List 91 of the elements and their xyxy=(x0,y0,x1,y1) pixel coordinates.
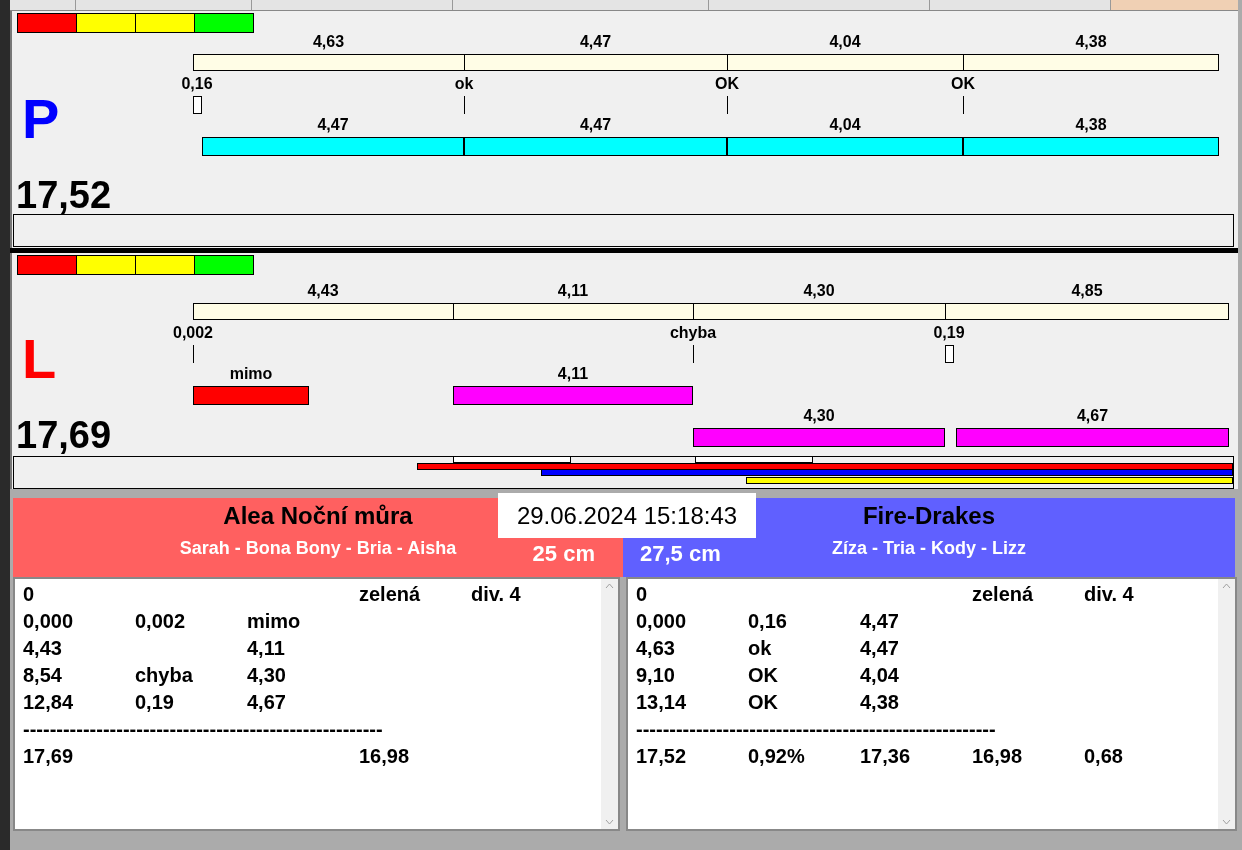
checkpoint-label: OK xyxy=(715,74,739,94)
checkpoint-label: 0,19 xyxy=(933,323,965,343)
tick-mark xyxy=(693,345,694,363)
checkpoint-label: 0,002 xyxy=(173,323,213,343)
result-cell-text: 4,43 xyxy=(23,637,63,660)
total-time: 17,52 xyxy=(16,173,112,217)
result-cell-text: 4,04 xyxy=(860,664,900,687)
result-cell-text: 4,38 xyxy=(860,691,900,714)
result-cell-text: 16,98 xyxy=(359,745,411,768)
dog-names: Sarah - Bona Bony - Bria - Aisha xyxy=(179,538,457,559)
tab[interactable] xyxy=(76,0,252,10)
segment-time: 4,85 xyxy=(1071,281,1103,301)
segment-time: 4,43 xyxy=(307,281,339,301)
segment-time: 4,30 xyxy=(803,281,835,301)
marker-box xyxy=(193,96,202,114)
tab[interactable] xyxy=(930,0,1111,10)
result-cell-text: 4,30 xyxy=(247,664,287,687)
segment-time: 4,38 xyxy=(1075,32,1107,52)
run-time: 4,47 xyxy=(579,115,612,135)
separator-line: ------------------------------------------------------ xyxy=(23,718,383,741)
run-time: 4,67 xyxy=(1076,406,1109,426)
segment-time: 4,04 xyxy=(829,32,861,52)
result-cell-text: 4,47 xyxy=(860,637,900,660)
scrollbar[interactable] xyxy=(1218,579,1235,829)
result-cell-text: 17,36 xyxy=(860,745,912,768)
result-cell-text: mimo xyxy=(247,610,302,633)
result-cell-text: 0,000 xyxy=(636,610,688,633)
lane-letter: P xyxy=(22,89,60,149)
scroll-up-icon[interactable] xyxy=(605,583,614,589)
result-cell-text: 4,47 xyxy=(860,610,900,633)
result-cell-text: 0,16 xyxy=(748,610,788,633)
result-cell-text: 0,19 xyxy=(135,691,175,714)
tick-mark xyxy=(727,96,728,114)
date-time: 29.06.2024 15:18:43 xyxy=(498,493,756,538)
result-cell-text: 17,52 xyxy=(636,745,688,768)
jump-height: 27,5 cm xyxy=(640,541,721,567)
checkpoint-label: 0,16 xyxy=(181,74,213,94)
segment-time: 4,11 xyxy=(557,281,589,301)
result-cell-text: 0,68 xyxy=(1084,745,1124,768)
run-time: 4,11 xyxy=(557,364,589,384)
run-time: mimo xyxy=(229,364,273,384)
result-cell-text: 0,000 xyxy=(23,610,75,633)
result-cell-text: OK xyxy=(748,664,779,687)
lane-letter: L xyxy=(22,329,57,389)
result-cell-text: 0,002 xyxy=(135,610,187,633)
result-cell-text: 17,69 xyxy=(23,745,75,768)
dog-names: Zíza - Tria - Kody - Lizz xyxy=(832,538,1026,559)
result-cell-text: 0 xyxy=(636,583,649,606)
result-cell-text: 12,84 xyxy=(23,691,75,714)
result-cell-text: 4,67 xyxy=(247,691,287,714)
result-cell-text: 8,54 xyxy=(23,664,63,687)
tick-mark xyxy=(464,96,465,114)
tab[interactable] xyxy=(453,0,709,10)
result-cell-text: ok xyxy=(748,637,773,660)
result-cell-text: zelená xyxy=(972,583,1035,606)
result-cell-text: div. 4 xyxy=(1084,583,1135,606)
scroll-down-icon[interactable] xyxy=(1222,819,1231,825)
tick-mark xyxy=(963,96,964,114)
checkpoint-label: OK xyxy=(951,74,975,94)
result-cell-text: 9,10 xyxy=(636,664,676,687)
scrollbar[interactable] xyxy=(601,579,618,829)
run-time: 4,30 xyxy=(803,406,835,426)
result-cell-text: 0 xyxy=(23,583,36,606)
checkpoint-label: chyba xyxy=(669,323,717,343)
result-cell-text: OK xyxy=(748,691,779,714)
tab[interactable] xyxy=(709,0,930,10)
segment-time: 4,63 xyxy=(312,32,345,52)
run-time: 4,38 xyxy=(1075,115,1107,135)
result-cell-text: chyba xyxy=(135,664,194,687)
result-cell-text: 13,14 xyxy=(636,691,688,714)
team-name: Fire-Drakes xyxy=(862,501,996,531)
run-time: 4,47 xyxy=(317,115,349,135)
scroll-up-icon[interactable] xyxy=(1222,583,1231,589)
team-name: Alea Noční můra xyxy=(223,501,413,531)
result-cell-text: 4,11 xyxy=(247,637,286,660)
marker-box xyxy=(945,345,954,363)
separator-line: ------------------------------------------------------ xyxy=(636,718,996,741)
run-time: 4,04 xyxy=(829,115,861,135)
tab[interactable] xyxy=(252,0,453,10)
checkpoint-label: ok xyxy=(454,74,474,94)
scroll-down-icon[interactable] xyxy=(605,819,614,825)
tick-mark xyxy=(193,345,194,363)
result-cell-text: 16,98 xyxy=(972,745,1024,768)
total-time: 17,69 xyxy=(16,413,112,457)
jump-height: 25 cm xyxy=(532,541,595,567)
tab[interactable] xyxy=(10,0,76,10)
result-cell-text: zelená xyxy=(359,583,422,606)
result-cell-text: 0,92% xyxy=(748,745,806,768)
segment-time: 4,47 xyxy=(579,32,612,52)
result-cell-text: 4,63 xyxy=(636,637,676,660)
result-cell-text: div. 4 xyxy=(471,583,522,606)
